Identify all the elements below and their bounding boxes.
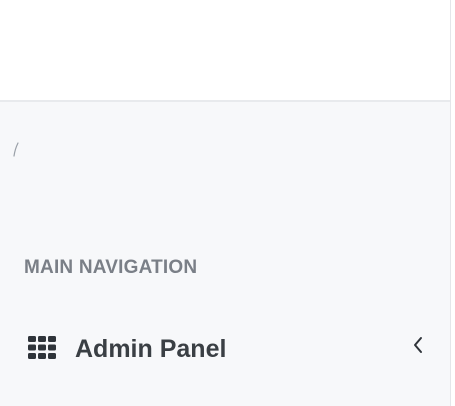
brand-logo-icon [13, 142, 19, 157]
chevron-left-icon[interactable] [411, 336, 425, 354]
nav-section-header: MAIN NAVIGATION [24, 257, 198, 278]
sidebar-item-label: Admin Panel [75, 335, 227, 363]
sidebar: MAIN NAVIGATION Admin Panel [0, 102, 450, 406]
th-grid-icon [28, 336, 56, 359]
sidebar-item-admin-panel[interactable]: Admin Panel [0, 326, 450, 372]
page: MAIN NAVIGATION Admin Panel [0, 0, 455, 406]
content-edge [450, 0, 455, 406]
top-navbar [0, 0, 450, 102]
